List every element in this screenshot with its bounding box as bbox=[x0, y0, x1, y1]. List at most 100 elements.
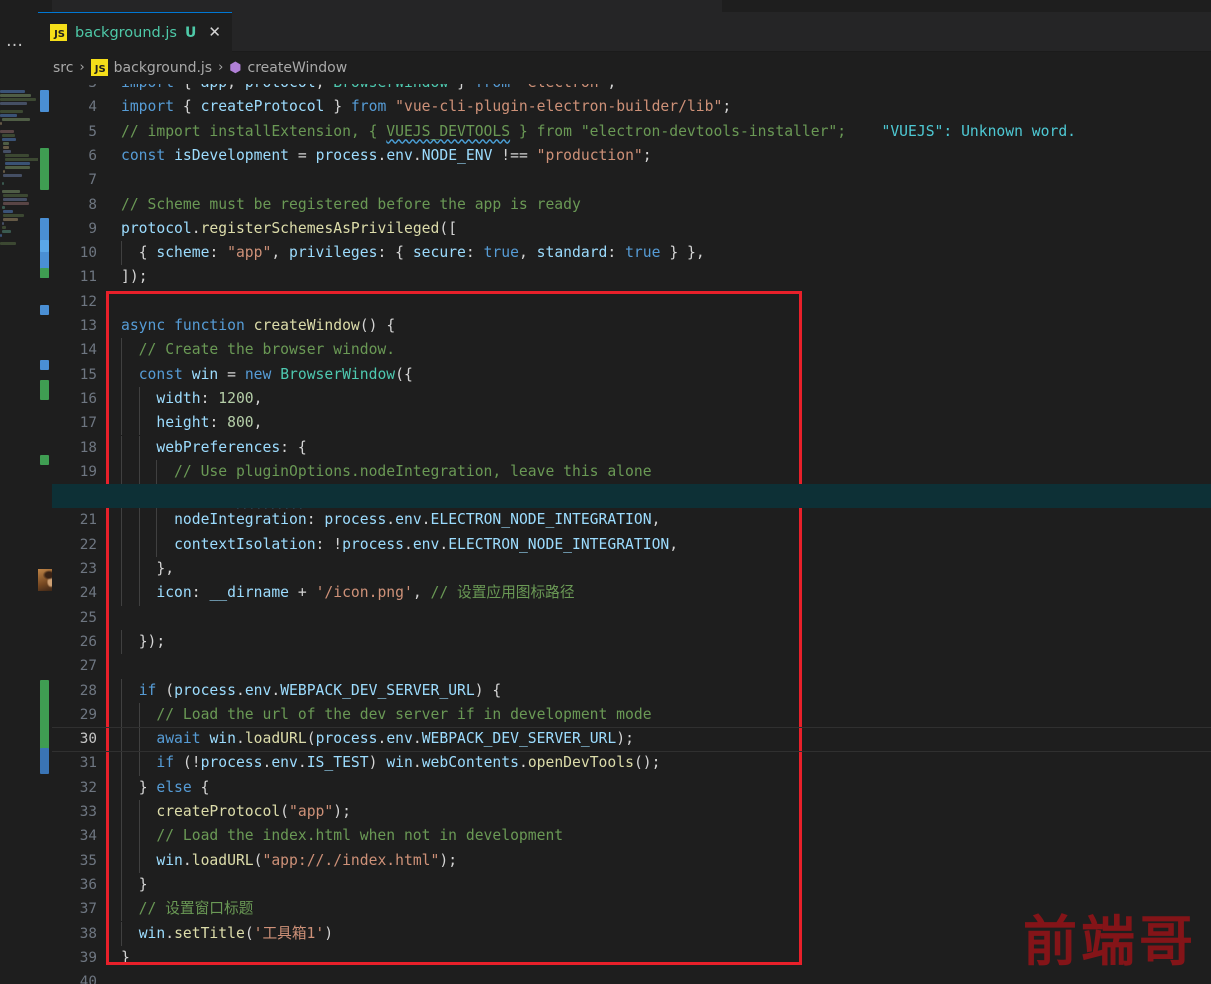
code-line[interactable]: 7 bbox=[52, 168, 1211, 192]
line-number: 4 bbox=[88, 99, 97, 116]
code-line-text: } bbox=[138, 875, 148, 893]
js-file-icon: JS bbox=[50, 24, 67, 41]
line-number: 18 bbox=[79, 439, 97, 456]
line-number: 5 bbox=[88, 123, 97, 140]
minimap-line bbox=[4, 166, 31, 169]
code-line[interactable]: 34 // Load the index.html when not in de… bbox=[52, 824, 1211, 849]
code-line-text: createProtocol("app"); bbox=[156, 803, 351, 820]
code-line[interactable]: 16 width: 1200, bbox=[52, 386, 1211, 412]
line-number: 6 bbox=[88, 147, 97, 164]
code-line-text: if (!process.env.IS_TEST) win.webContent… bbox=[156, 754, 661, 772]
code-line-text: protocol.registerSchemesAsPrivileged([ bbox=[121, 219, 458, 237]
breadcrumb-item-symbol[interactable]: createWindow bbox=[248, 60, 348, 76]
line-number: 25 bbox=[79, 609, 97, 626]
overview-ruler-mark bbox=[40, 360, 49, 370]
code-line-text: win.loadURL("app://./index.html"); bbox=[156, 851, 458, 869]
minimap-line bbox=[0, 238, 2, 241]
code-line[interactable]: 30 await win.loadURL(process.env.WEBPACK… bbox=[52, 727, 1211, 752]
minimap-line bbox=[1, 206, 6, 209]
highlighted-line-band bbox=[52, 484, 1211, 509]
line-number: 36 bbox=[79, 876, 97, 893]
breadcrumb: src › JS background.js › ⬢ createWindow bbox=[38, 52, 1211, 83]
code-line-text: { scheme: "app", privileges: { secure: t… bbox=[138, 244, 705, 262]
code-line[interactable]: 35 win.loadURL("app://./index.html"); bbox=[52, 848, 1211, 873]
overview-ruler[interactable] bbox=[38, 0, 52, 984]
close-icon[interactable]: ✕ bbox=[208, 25, 221, 40]
line-number: 19 bbox=[79, 463, 97, 480]
code-line[interactable]: 25 bbox=[52, 606, 1211, 630]
code-editor[interactable]: 3 import { app, protocol, BrowserWindow }… bbox=[52, 84, 1211, 984]
line-number: 17 bbox=[79, 415, 97, 432]
line-number: 40 bbox=[79, 974, 97, 984]
code-line[interactable]: 4 import { createProtocol } from "vue-cli… bbox=[52, 95, 1211, 119]
window-top-strip bbox=[38, 0, 722, 12]
minimap-line bbox=[0, 98, 36, 101]
line-number: 34 bbox=[79, 828, 97, 845]
code-line[interactable]: 13 async function createWindow() { bbox=[52, 314, 1211, 338]
code-line[interactable]: 14 // Create the browser window. bbox=[52, 338, 1211, 363]
line-number: 7 bbox=[88, 172, 97, 189]
code-line[interactable]: 29 // Load the url of the dev server if … bbox=[52, 702, 1211, 728]
code-line[interactable]: 31 if (!process.env.IS_TEST) win.webCont… bbox=[52, 751, 1211, 776]
code-line[interactable]: 5 // import installExtension, { VUEJS_DEV… bbox=[52, 120, 1211, 144]
code-line[interactable]: 21 nodeIntegration: process.env.ELECTRON… bbox=[52, 508, 1211, 533]
code-line[interactable]: 23 }, bbox=[52, 557, 1211, 582]
code-line[interactable]: 26 }); bbox=[52, 629, 1211, 655]
code-line-text: height: 800, bbox=[156, 414, 263, 432]
code-line-text: win.setTitle('工具箱1') bbox=[138, 924, 334, 942]
code-line[interactable]: 15 const win = new BrowserWindow({ bbox=[52, 362, 1211, 387]
line-number: 39 bbox=[79, 949, 97, 966]
minimap-line bbox=[0, 122, 2, 125]
code-line[interactable]: 10 { scheme: "app", privileges: { secure… bbox=[52, 241, 1211, 266]
code-line[interactable]: 17 height: 800, bbox=[52, 411, 1211, 436]
minimap-line bbox=[3, 194, 29, 197]
code-line-text: // Create the browser window. bbox=[121, 341, 396, 359]
tab-git-status-badge: U bbox=[184, 24, 197, 41]
code-line-text: }); bbox=[138, 632, 166, 650]
code-line[interactable]: 12 bbox=[52, 290, 1211, 314]
line-number: 3 bbox=[52, 84, 97, 95]
minimap-line bbox=[3, 210, 14, 213]
minimap-line bbox=[1, 230, 11, 233]
code-line[interactable]: 22 contextIsolation: !process.env.ELECTR… bbox=[52, 532, 1211, 557]
code-line[interactable]: 32 } else { bbox=[52, 775, 1211, 800]
breadcrumb-item-src[interactable]: src bbox=[53, 60, 73, 76]
minimap-line bbox=[0, 242, 17, 245]
overview-ruler-mark bbox=[40, 305, 49, 315]
js-file-icon: JS bbox=[90, 59, 108, 76]
code-line-text: icon: __dirname + '/icon.png', // 设置应用图标… bbox=[156, 584, 575, 602]
code-line[interactable]: 33 createProtocol("app"); bbox=[52, 800, 1211, 825]
breadcrumb-item-file[interactable]: background.js bbox=[114, 60, 212, 76]
code-line-text: import { app, protocol, BrowserWindow } … bbox=[121, 84, 616, 95]
code-line[interactable]: 3 import { app, protocol, BrowserWindow }… bbox=[52, 84, 1211, 95]
code-line-text: // Load the url of the dev server if in … bbox=[121, 705, 652, 723]
code-line[interactable]: 36 } bbox=[52, 872, 1211, 898]
code-line-text: async function createWindow() { bbox=[121, 317, 396, 334]
code-line-text: // Load the index.html when not in devel… bbox=[121, 827, 564, 845]
code-line[interactable]: 24 icon: __dirname + '/icon.png', // 设置应… bbox=[52, 581, 1211, 606]
minimap-line bbox=[1, 134, 15, 137]
code-line[interactable]: 6 const isDevelopment = process.env.NODE_… bbox=[52, 144, 1211, 168]
line-number: 24 bbox=[79, 585, 97, 602]
overview-ruler-mark bbox=[40, 455, 49, 465]
code-line[interactable]: 28 if (process.env.WEBPACK_DEV_SERVER_UR… bbox=[52, 678, 1211, 703]
minimap-line bbox=[3, 170, 6, 173]
overview-ruler-mark bbox=[40, 90, 49, 112]
minimap-line bbox=[0, 110, 24, 113]
minimap-line bbox=[4, 162, 30, 165]
minimap-line bbox=[1, 182, 4, 185]
vscode-window: … JS background.js U ✕ src › JS backgrou… bbox=[0, 0, 1211, 984]
code-line[interactable]: 19 // Use pluginOptions.nodeIntegration,… bbox=[52, 459, 1211, 485]
more-actions-icon[interactable]: … bbox=[0, 33, 30, 54]
code-line[interactable]: 8 // Scheme must be registered before the… bbox=[52, 193, 1211, 217]
code-line[interactable]: 11]); bbox=[52, 265, 1211, 289]
code-line-text: contextIsolation: !process.env.ELECTRON_… bbox=[174, 535, 679, 553]
tab-background-js[interactable]: JS background.js U ✕ bbox=[38, 12, 232, 52]
code-line[interactable]: 27 bbox=[52, 654, 1211, 678]
minimap-line bbox=[4, 158, 38, 161]
code-line[interactable]: 18 webPreferences: { bbox=[52, 435, 1211, 460]
code-line-text: ]); bbox=[121, 268, 148, 286]
minimap-line bbox=[0, 186, 2, 189]
code-line[interactable]: 9 protocol.registerSchemesAsPrivileged([ bbox=[52, 217, 1211, 241]
minimap[interactable] bbox=[0, 0, 38, 984]
